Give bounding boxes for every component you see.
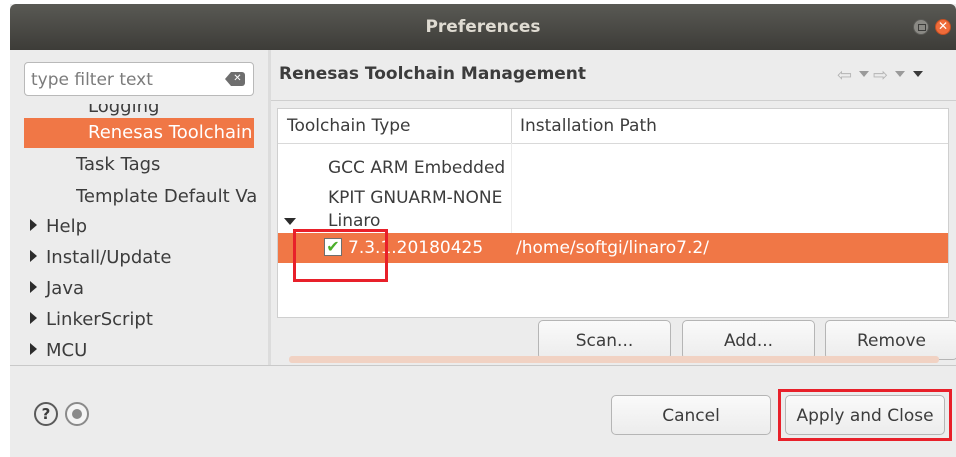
expand-arrow-icon[interactable] <box>30 219 37 231</box>
maximize-icon[interactable] <box>913 19 929 35</box>
highlight-apply-button <box>778 389 952 441</box>
import-preferences-icon[interactable] <box>65 402 89 426</box>
preference-page: Renesas Toolchain Management ⇦ ⇨ Toolcha… <box>271 50 956 365</box>
footer-divider <box>10 365 956 366</box>
filter-field[interactable]: ✕ <box>24 62 254 96</box>
back-arrow-icon[interactable]: ⇦ <box>837 65 852 86</box>
toolchain-type-cell: GCC ARM Embedded <box>328 158 506 178</box>
installation-path-cell: /home/softgi/linaro7.2/ <box>516 238 709 258</box>
tree-item-linkerscript[interactable]: LinkerScript <box>30 305 153 335</box>
toolchain-table: Toolchain Type Installation Path GCC ARM… <box>277 108 949 318</box>
tree-item-template-default[interactable]: Template Default Values <box>76 182 256 212</box>
window-frame-left <box>0 4 10 457</box>
preference-tree-pane: ✕ Logging Renesas Toolchain Management T… <box>10 50 268 365</box>
remove-button[interactable]: Remove <box>825 320 956 360</box>
tree-item-java[interactable]: Java <box>30 274 84 304</box>
table-header: Toolchain Type Installation Path <box>278 109 948 144</box>
page-title: Renesas Toolchain Management <box>279 64 587 84</box>
title-bar[interactable]: Preferences ✕ <box>10 4 956 50</box>
column-divider[interactable] <box>511 109 512 143</box>
expand-arrow-icon[interactable] <box>30 312 37 324</box>
clear-filter-icon[interactable]: ✕ <box>225 72 245 86</box>
scan-button[interactable]: Scan... <box>538 320 671 360</box>
preferences-dialog: Preferences ✕ ✕ Logging Renesas Toolchai… <box>10 4 956 457</box>
tree-item-help[interactable]: Help <box>30 212 87 242</box>
cancel-button[interactable]: Cancel <box>611 395 771 435</box>
toolchain-type-cell: KPIT GNUARM-NONE <box>328 188 503 208</box>
expand-arrow-icon[interactable] <box>30 250 37 262</box>
header-divider <box>271 100 956 101</box>
add-button[interactable]: Add... <box>682 320 815 360</box>
column-header-toolchain-type[interactable]: Toolchain Type <box>287 109 411 143</box>
tree-item-install-update[interactable]: Install/Update <box>30 243 171 273</box>
tree-item-task-tags[interactable]: Task Tags <box>76 150 160 180</box>
expand-arrow-icon[interactable] <box>30 343 37 355</box>
help-icon[interactable]: ? <box>34 402 58 426</box>
collapse-arrow-icon[interactable] <box>284 218 296 225</box>
window-title: Preferences <box>425 17 541 37</box>
tree-item-mcu[interactable]: MCU <box>30 336 87 364</box>
back-dropdown-icon[interactable] <box>859 71 869 77</box>
forward-dropdown-icon[interactable] <box>895 71 905 77</box>
preference-tree: Logging Renesas Toolchain Management Tas… <box>10 104 268 364</box>
forward-arrow-icon[interactable]: ⇨ <box>873 65 888 86</box>
highlight-checkbox <box>293 229 388 282</box>
column-header-installation-path[interactable]: Installation Path <box>520 109 657 143</box>
view-menu-icon[interactable] <box>913 71 923 77</box>
horizontal-scrollbar[interactable] <box>289 356 939 363</box>
table-row[interactable]: KPIT GNUARM-NONE <box>278 183 948 213</box>
expand-arrow-icon[interactable] <box>30 281 37 293</box>
table-row[interactable]: GCC ARM Embedded <box>278 153 948 183</box>
close-icon[interactable]: ✕ <box>935 19 951 35</box>
tree-item-renesas-toolchain[interactable]: Renesas Toolchain Management <box>24 118 254 148</box>
filter-input[interactable] <box>29 66 213 94</box>
